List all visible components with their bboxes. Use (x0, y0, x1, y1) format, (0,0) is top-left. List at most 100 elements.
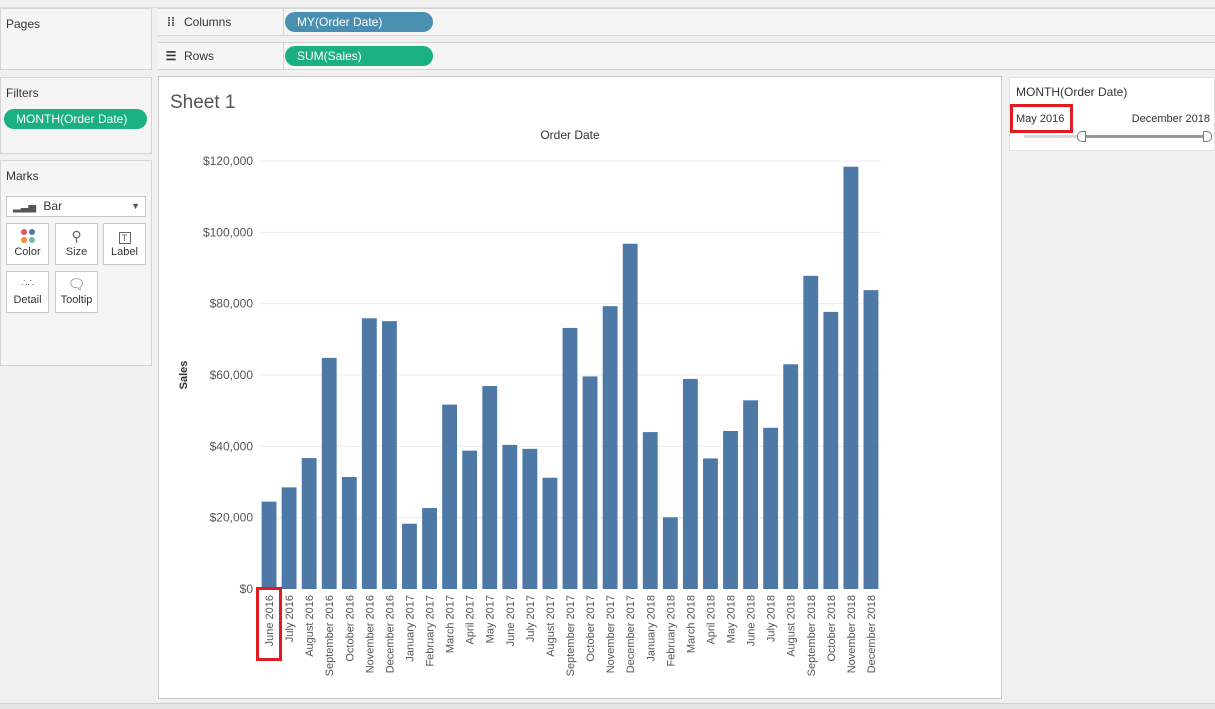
filter-pill[interactable]: MONTH(Order Date) (4, 109, 147, 129)
x-tick-label: August 2016 (304, 595, 316, 657)
bar (562, 327, 578, 589)
bar (763, 427, 779, 589)
detail-card[interactable]: ∴∴ Detail (6, 271, 49, 313)
x-tick-label: September 2016 (324, 595, 336, 676)
bar (422, 508, 437, 589)
slider-title: MONTH(Order Date) (1016, 85, 1128, 99)
bar (843, 166, 859, 589)
bar (341, 477, 357, 589)
x-tick-label: August 2018 (786, 595, 798, 657)
x-tick-label: May 2017 (485, 595, 497, 643)
bar (402, 523, 417, 589)
slider-end-handle[interactable] (1203, 131, 1212, 142)
slider-start-handle[interactable] (1077, 131, 1086, 142)
x-tick-label: May 2018 (726, 595, 738, 643)
bar (602, 306, 618, 589)
bar (642, 432, 658, 589)
x-tick-label: December 2017 (625, 595, 637, 673)
x-tick-label: July 2017 (525, 595, 537, 642)
rows-icon: ☰ (165, 49, 177, 63)
x-tick-label: January 2018 (645, 595, 657, 662)
bar (622, 243, 638, 589)
y-tick-label: $100,000 (203, 225, 253, 239)
x-tick-label: April 2017 (465, 595, 477, 645)
rows-shelf[interactable]: ☰ Rows SUM(Sales) (158, 42, 1215, 70)
bar (462, 450, 478, 589)
bar-chart-icon: ▂▃▅ (13, 202, 37, 213)
tooltip-card[interactable]: 🗨 Tooltip (55, 271, 98, 313)
tooltip-icon: 🗨 (67, 276, 86, 292)
detail-icon: ∴∴ (21, 278, 34, 289)
bar (662, 517, 678, 589)
x-tick-label: November 2017 (605, 595, 617, 673)
filters-panel[interactable]: Filters MONTH(Order Date) (0, 77, 152, 154)
x-tick-label: December 2016 (384, 595, 396, 673)
x-tick-label: June 2017 (505, 595, 517, 646)
bar (261, 501, 277, 589)
top-strip (0, 0, 1215, 8)
bar (823, 311, 839, 589)
columns-label: Columns (184, 15, 232, 29)
bar-chart: Order Date Sales $0 $20,000 $40,000 $60,000 $8… (178, 128, 881, 676)
slider-end-value[interactable]: December 2018 (1132, 113, 1210, 125)
y-tick-label: $60,000 (210, 368, 254, 382)
columns-pill[interactable]: MY(Order Date) (285, 12, 433, 32)
label-label: Label (111, 246, 138, 258)
y-axis-label: Sales (178, 361, 190, 390)
mark-type-dropdown[interactable]: ▂▃▅ Bar ▼ (6, 196, 146, 217)
x-tick-label: February 2017 (425, 595, 437, 667)
bar (381, 321, 397, 589)
bar (301, 458, 317, 589)
marks-panel[interactable]: Marks ▂▃▅ Bar ▼ Color ⚲ Size T Label ∴∴ … (0, 160, 152, 366)
y-tick-label: $20,000 (210, 511, 254, 525)
bar (542, 477, 558, 589)
pages-title: Pages (6, 17, 41, 31)
color-icon (7, 224, 48, 246)
bar (703, 458, 718, 589)
bar (783, 364, 799, 589)
x-tick-label: August 2017 (545, 595, 557, 657)
columns-shelf[interactable]: ⁞⁞ Columns MY(Order Date) (158, 8, 1215, 36)
chart-title: Order Date (540, 128, 600, 142)
bar (522, 448, 538, 589)
size-icon: ⚲ (71, 228, 82, 244)
highlight-first-month (256, 587, 282, 661)
bar (682, 378, 698, 589)
bottom-strip (0, 703, 1215, 709)
bar (743, 400, 759, 589)
x-tick-label: September 2017 (565, 595, 577, 676)
y-tick-label: $80,000 (210, 297, 254, 311)
x-tick-label: January 2017 (404, 595, 416, 662)
worksheet: Sheet 1 Order Date Sales $0 $20,000 $40,000 $… (158, 76, 1002, 699)
mark-type-value: Bar (43, 199, 63, 213)
marks-title: Marks (6, 169, 39, 183)
chevron-down-icon: ▼ (131, 201, 140, 211)
x-tick-label: February 2018 (665, 595, 677, 667)
bar (582, 376, 598, 589)
y-tick-label: $40,000 (210, 439, 254, 453)
filters-title: Filters (6, 86, 39, 100)
bar (803, 275, 819, 589)
size-label: Size (65, 246, 88, 258)
rows-pill[interactable]: SUM(Sales) (285, 46, 433, 66)
pages-panel[interactable]: Pages (0, 8, 152, 70)
x-tick-label: September 2018 (806, 595, 818, 676)
x-tick-label: November 2016 (364, 595, 376, 673)
label-card[interactable]: T Label (103, 223, 146, 265)
y-tick-label: $120,000 (203, 154, 253, 168)
tooltip-label: Tooltip (60, 294, 93, 306)
x-tick-label: October 2016 (344, 595, 356, 662)
bar (281, 487, 297, 589)
x-tick-label: October 2018 (826, 595, 838, 662)
slider-range (1080, 135, 1208, 138)
x-tick-label: November 2018 (846, 595, 858, 673)
bar (482, 386, 498, 589)
x-tick-label: June 2018 (746, 595, 758, 646)
color-card[interactable]: Color (6, 223, 49, 265)
x-tick-label: October 2017 (585, 595, 597, 662)
bar (442, 404, 458, 589)
size-card[interactable]: ⚲ Size (55, 223, 98, 265)
x-tick-label: March 2018 (685, 595, 697, 653)
x-tick-label: July 2018 (766, 595, 778, 642)
x-tick-label: March 2017 (445, 595, 457, 653)
